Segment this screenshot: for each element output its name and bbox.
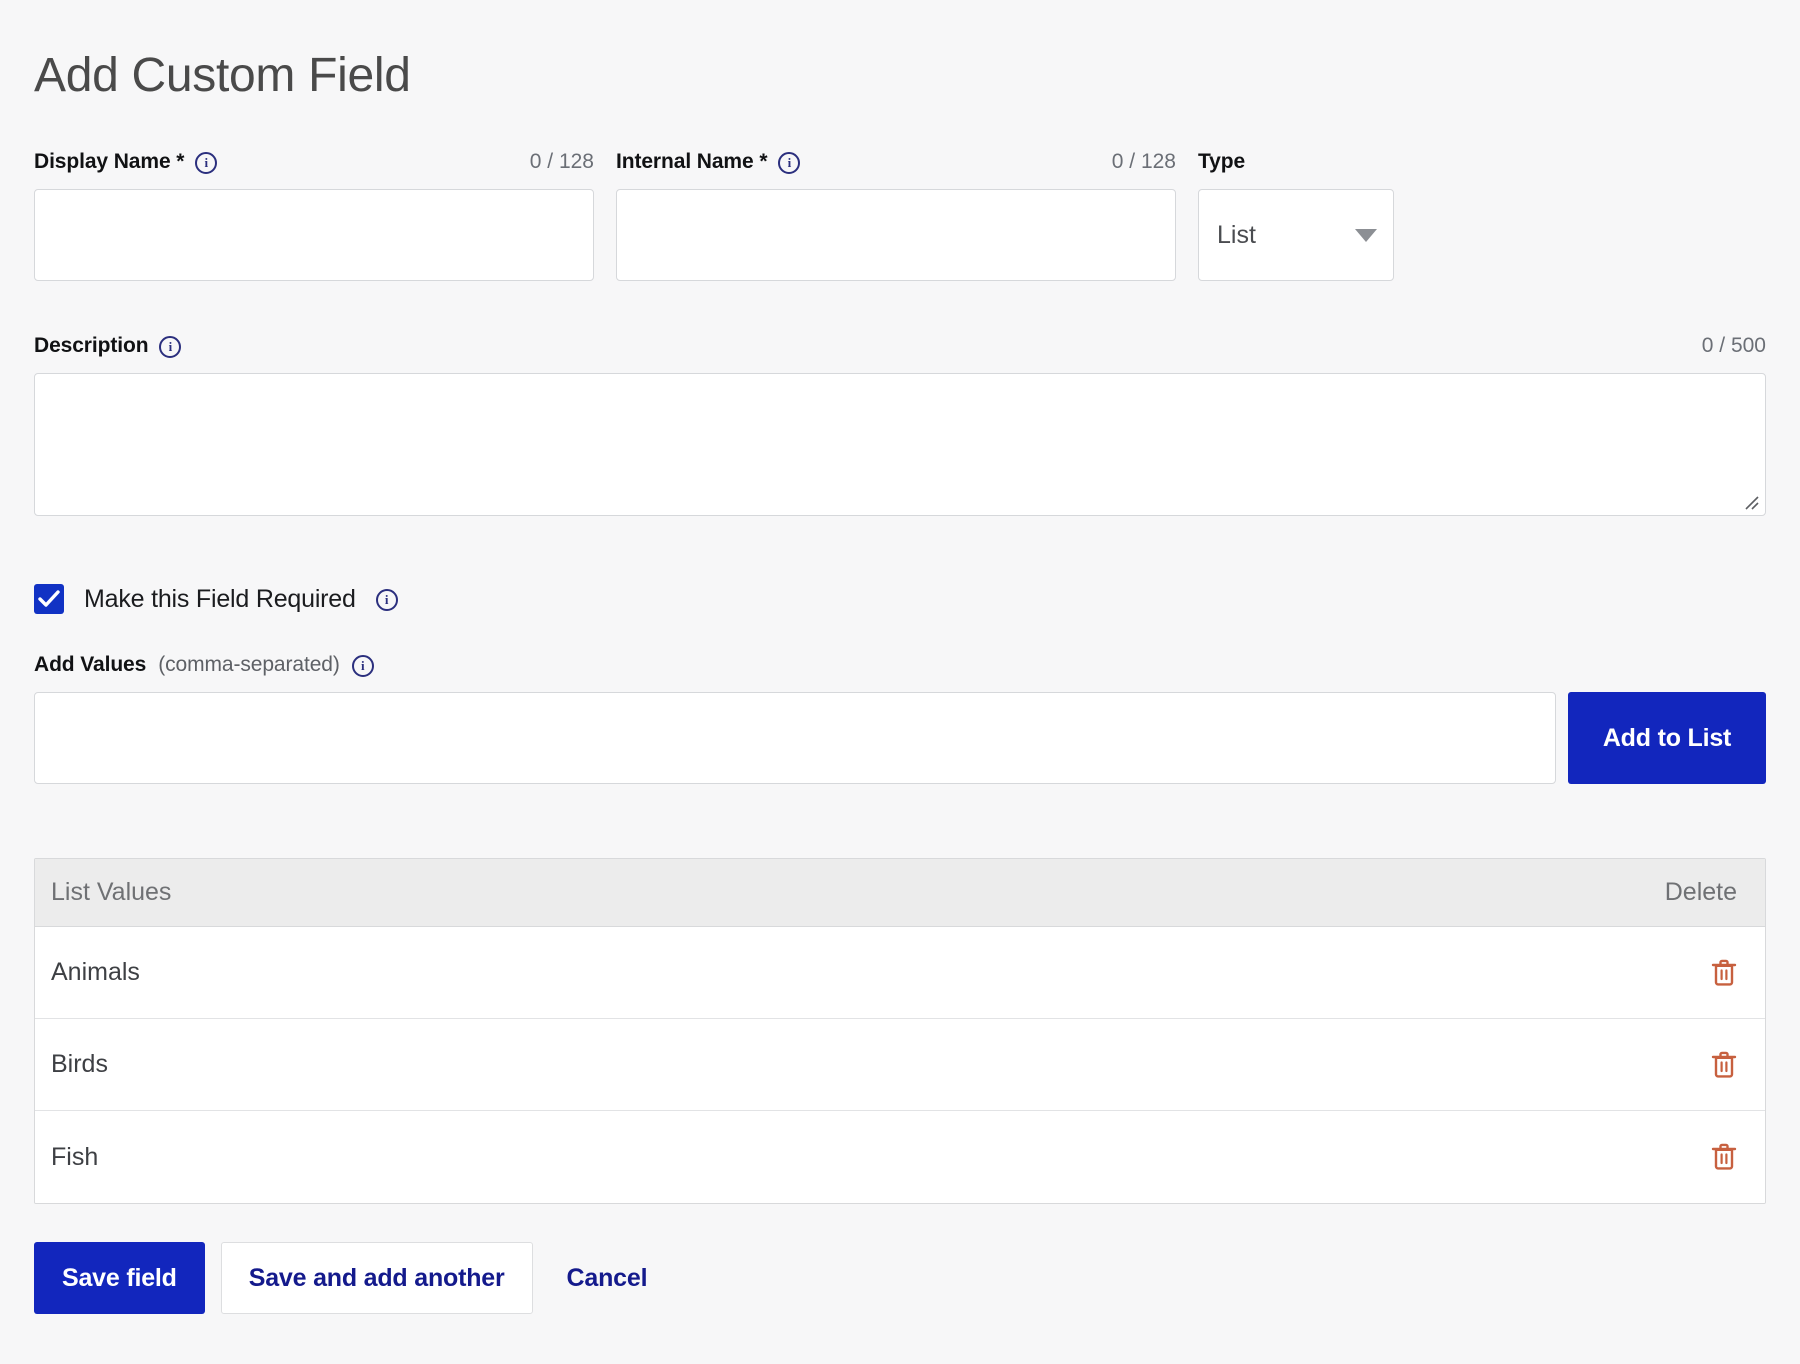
type-select-value: List	[1217, 221, 1256, 250]
trash-icon	[1711, 1142, 1737, 1172]
resize-grip-icon	[1743, 494, 1761, 512]
add-values-label-row: Add Values (comma-separated) i	[34, 652, 1766, 678]
display-name-label-group: Display Name * i 0 / 128	[34, 150, 594, 174]
save-field-button[interactable]: Save field	[34, 1242, 205, 1314]
delete-row-button[interactable]	[1711, 1050, 1737, 1080]
trash-icon	[1711, 1050, 1737, 1080]
type-label: Type	[1198, 150, 1245, 173]
column-header-list-values: List Values	[51, 878, 1609, 907]
info-icon[interactable]: i	[352, 655, 374, 677]
internal-name-label: Internal Name *	[616, 150, 767, 174]
add-values-hint: (comma-separated)	[158, 653, 340, 677]
info-icon[interactable]: i	[778, 152, 800, 174]
description-label-row: Description i 0 / 500	[34, 333, 1766, 359]
info-icon[interactable]: i	[159, 336, 181, 358]
type-label-group: Type	[1198, 150, 1394, 174]
internal-name-label-group: Internal Name * i 0 / 128	[616, 150, 1176, 174]
page-title: Add Custom Field	[34, 0, 1766, 103]
name-fields-label-row: Display Name * i 0 / 128 Internal Name *…	[34, 149, 1766, 175]
required-checkbox[interactable]	[34, 584, 64, 614]
add-custom-field-page: Add Custom Field Display Name * i 0 / 12…	[0, 0, 1800, 1364]
list-value-text: Animals	[51, 958, 1609, 987]
description-counter: 0 / 500	[1702, 334, 1766, 358]
info-icon[interactable]: i	[376, 589, 398, 611]
list-value-text: Fish	[51, 1143, 1609, 1172]
internal-name-counter: 0 / 128	[1112, 150, 1176, 174]
table-row: Birds	[35, 1019, 1765, 1111]
name-fields-input-row: List	[34, 189, 1766, 281]
save-and-add-another-button[interactable]: Save and add another	[221, 1242, 533, 1314]
add-values-row: Add to List	[34, 692, 1766, 784]
checkmark-icon	[38, 589, 60, 609]
chevron-down-icon	[1355, 229, 1377, 242]
add-values-input[interactable]	[34, 692, 1556, 784]
required-checkbox-row[interactable]: Make this Field Required i	[34, 584, 1766, 614]
cancel-button[interactable]: Cancel	[541, 1242, 674, 1314]
add-to-list-button[interactable]: Add to List	[1568, 692, 1766, 784]
info-icon[interactable]: i	[195, 152, 217, 174]
delete-row-button[interactable]	[1711, 1142, 1737, 1172]
list-value-text: Birds	[51, 1050, 1609, 1079]
required-checkbox-label: Make this Field Required	[84, 585, 356, 614]
footer-button-row: Save field Save and add another Cancel	[34, 1242, 1766, 1314]
table-header-row: List Values Delete	[35, 859, 1765, 927]
list-values-table: List Values Delete Animals Birds	[34, 858, 1766, 1204]
description-textarea[interactable]	[34, 373, 1766, 516]
display-name-input[interactable]	[34, 189, 594, 281]
add-values-label: Add Values	[34, 653, 146, 677]
display-name-label: Display Name *	[34, 150, 184, 174]
internal-name-input[interactable]	[616, 189, 1176, 281]
trash-icon	[1711, 958, 1737, 988]
column-header-delete: Delete	[1609, 878, 1749, 907]
type-select[interactable]: List	[1198, 189, 1394, 281]
table-row: Fish	[35, 1111, 1765, 1203]
description-label: Description	[34, 334, 148, 358]
display-name-counter: 0 / 128	[530, 150, 594, 174]
delete-row-button[interactable]	[1711, 958, 1737, 988]
table-row: Animals	[35, 927, 1765, 1019]
